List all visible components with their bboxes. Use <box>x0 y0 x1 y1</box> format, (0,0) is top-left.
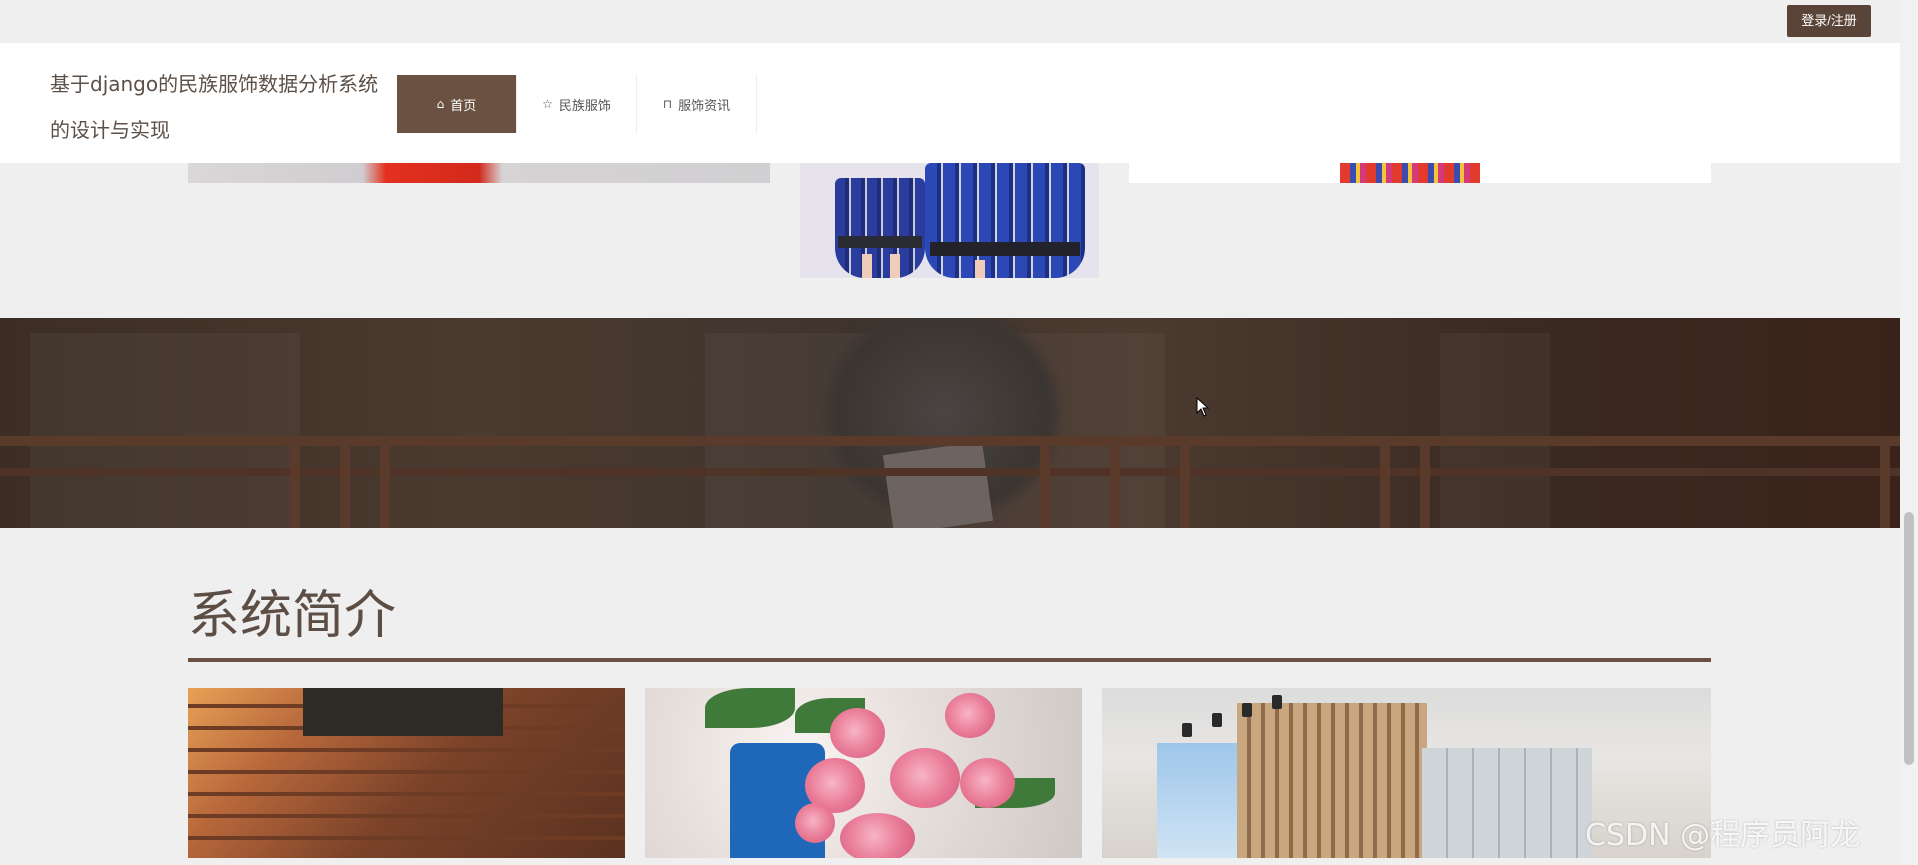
flower-shape <box>960 758 1015 808</box>
leg-shape <box>975 260 985 278</box>
intro-image-flowers[interactable] <box>645 688 1082 858</box>
star-icon: ☆ <box>542 97 553 111</box>
banner-post <box>1110 436 1120 528</box>
banner-rail <box>0 468 1900 476</box>
leg-shape <box>862 254 872 278</box>
banner-post <box>1380 436 1390 528</box>
banner-paper <box>882 441 994 528</box>
window-sky <box>1157 743 1237 858</box>
section-divider <box>188 658 1711 662</box>
main-nav: ⌂ 首页 ☆ 民族服饰 ⊓ 服饰资讯 <box>397 75 757 133</box>
banner-window <box>30 333 300 528</box>
flower-shape <box>840 813 915 858</box>
classroom-board <box>303 688 503 736</box>
leaf-shape <box>705 688 795 728</box>
glass-partition <box>1422 748 1592 858</box>
nav-item-label: 服饰资讯 <box>678 98 731 114</box>
nav-item-ethnic-costume[interactable]: ☆ 民族服饰 <box>517 75 637 133</box>
flower-shape <box>795 803 835 843</box>
banner-post <box>1880 436 1890 528</box>
banner-window <box>1440 333 1550 528</box>
banner-post <box>1420 436 1430 528</box>
banner-post <box>1180 436 1190 528</box>
banner-image <box>0 318 1900 528</box>
site-title: 基于django的民族服饰数据分析系统的设计与实现 <box>50 72 379 142</box>
watermark-text: CSDN @程序员阿龙 <box>1585 818 1861 853</box>
home-icon: ⌂ <box>436 97 445 111</box>
product-image-red-dress[interactable] <box>188 163 770 183</box>
nav-item-label: 民族服饰 <box>558 98 611 114</box>
product-image-blue-dresses[interactable] <box>800 163 1099 278</box>
lamp-shape <box>1182 723 1192 737</box>
nav-item-label: 首页 <box>450 98 477 114</box>
intro-image-classroom[interactable] <box>188 688 625 858</box>
banner-post <box>380 436 390 528</box>
banner-post <box>340 436 350 528</box>
ceiling-lights <box>1182 693 1312 737</box>
scrollbar-thumb[interactable] <box>1904 512 1914 765</box>
banner-post <box>1040 436 1050 528</box>
lamp-shape <box>1242 703 1252 717</box>
banner-rail <box>0 436 1900 446</box>
flower-shape <box>945 693 995 738</box>
mouse-cursor-icon <box>1196 397 1210 417</box>
banner-post <box>290 436 300 528</box>
costume-pattern <box>1340 163 1480 183</box>
site-header: 基于django的民族服饰数据分析系统的设计与实现 ⌂ 首页 ☆ 民族服饰 ⊓ … <box>0 43 1900 163</box>
dress-shape <box>835 178 925 278</box>
flower-shape <box>890 748 960 808</box>
section-title-intro: 系统简介 <box>188 586 397 646</box>
dress-shape <box>925 163 1085 278</box>
bag-icon: ⊓ <box>662 97 673 111</box>
lamp-shape <box>1272 695 1282 709</box>
login-register-button[interactable]: 登录/注册 <box>1787 5 1871 37</box>
product-image-colorful-costume[interactable] <box>1129 163 1711 183</box>
nav-item-home[interactable]: ⌂ 首页 <box>397 75 517 133</box>
leg-shape <box>890 254 900 278</box>
page-scrollbar[interactable] <box>1900 0 1918 865</box>
lamp-shape <box>1212 713 1222 727</box>
nav-item-costume-news[interactable]: ⊓ 服饰资讯 <box>637 75 757 133</box>
dress-band <box>838 236 922 248</box>
dress-band <box>930 242 1080 256</box>
flower-shape <box>830 708 885 758</box>
